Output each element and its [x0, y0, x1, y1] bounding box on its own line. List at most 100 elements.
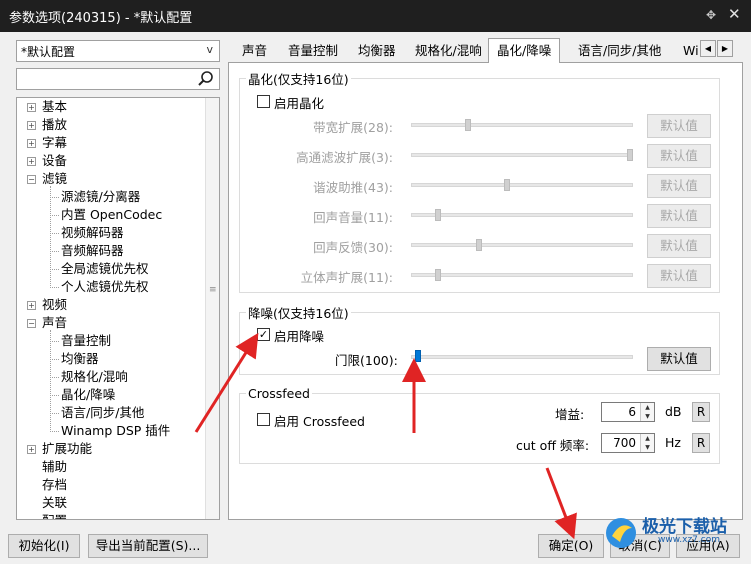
expand-icon[interactable]: + — [27, 121, 36, 130]
search-input[interactable] — [16, 68, 220, 90]
collapse-icon[interactable]: − — [27, 319, 36, 328]
denoise-enable-label: 启用降噪 — [274, 329, 325, 344]
tab-5[interactable]: 语言/同步/其他 — [578, 41, 661, 62]
preset-dropdown[interactable]: *默认配置 v — [16, 40, 220, 62]
logo-icon — [606, 518, 636, 548]
denoise-default-button[interactable]: 默认值 — [647, 347, 711, 371]
tree-connector — [50, 197, 59, 198]
tree-item[interactable]: 音量控制 — [61, 332, 111, 350]
crystal-slider-thumb[interactable] — [434, 209, 441, 221]
tree-item[interactable]: 基本 — [42, 98, 67, 116]
tab-3[interactable]: 规格化/混响 — [415, 41, 482, 62]
tree-item[interactable]: 全局滤镜优先权 — [61, 260, 149, 278]
gain-reset-button[interactable]: R — [692, 402, 710, 422]
crystal-slider-thumb[interactable] — [475, 239, 482, 251]
tree-item[interactable]: 晶化/降噪 — [61, 386, 115, 404]
crystal-slider-track[interactable] — [411, 123, 633, 127]
expand-icon[interactable]: + — [27, 139, 36, 148]
tree-scrollbar[interactable]: ≡ — [205, 98, 219, 519]
crystal-default-button[interactable]: 默认值 — [647, 204, 711, 228]
gain-spinbox[interactable]: 6 ▲ ▼ — [601, 402, 655, 422]
expand-icon[interactable]: + — [27, 301, 36, 310]
tree-item[interactable]: Winamp DSP 插件 — [61, 422, 170, 440]
spin-updown-icon[interactable]: ▲ ▼ — [640, 403, 654, 421]
chevron-down-icon: v — [206, 43, 213, 56]
crystal-slider-track[interactable] — [411, 273, 633, 277]
tab-2[interactable]: 均衡器 — [358, 41, 396, 62]
crystal-slider-label: 高通滤波扩展(3): — [296, 150, 393, 165]
tree-item[interactable]: 关联 — [42, 494, 67, 512]
tab-scroll-left-icon[interactable]: ◀ — [700, 40, 716, 57]
spin-updown-icon[interactable]: ▲ ▼ — [640, 434, 654, 452]
crystal-slider-thumb[interactable] — [503, 179, 510, 191]
tab-strip: ◀ ▶ 声音 音量控制 均衡器 规格化/混响 晶化/降噪 语言/同步/其他 Wi — [228, 38, 743, 63]
tree-item[interactable]: 存档 — [42, 476, 67, 494]
expand-icon[interactable]: + — [27, 445, 36, 454]
tab-4[interactable]: 晶化/降噪 — [488, 38, 561, 63]
tree-item[interactable]: 配置 — [42, 512, 67, 519]
tab-1[interactable]: 音量控制 — [288, 41, 338, 62]
tree-connector — [50, 269, 59, 270]
init-button[interactable]: 初始化(I) — [8, 534, 80, 558]
tree-item[interactable]: 源滤镜/分离器 — [61, 188, 140, 206]
crystal-slider-track[interactable] — [411, 183, 633, 187]
crystal-default-button[interactable]: 默认值 — [647, 144, 711, 168]
pin-icon[interactable]: ✥ — [706, 8, 716, 22]
crossfeed-enable-label: 启用 Crossfeed — [274, 414, 365, 429]
ok-button[interactable]: 确定(O) — [538, 534, 604, 558]
denoise-enable-checkbox[interactable]: ✓ — [257, 328, 270, 341]
denoise-threshold-slider[interactable] — [411, 355, 633, 359]
denoise-legend: 降噪(仅支持16位) — [248, 306, 349, 321]
crossfeed-enable-checkbox[interactable] — [257, 413, 270, 426]
crystal-slider-thumb[interactable] — [627, 149, 633, 161]
tree-item[interactable]: 音频解码器 — [61, 242, 124, 260]
crystal-default-button[interactable]: 默认值 — [647, 114, 711, 138]
cutoff-spinbox[interactable]: 700 ▲ ▼ — [601, 433, 655, 453]
crystal-slider-track[interactable] — [411, 153, 633, 157]
tree-item[interactable]: 声音 — [42, 314, 67, 332]
tree-item[interactable]: 扩展功能 — [42, 440, 92, 458]
tree-item[interactable]: 视频 — [42, 296, 67, 314]
tree-item[interactable]: 规格化/混响 — [61, 368, 128, 386]
tree-item[interactable]: 设备 — [42, 152, 67, 170]
crossfeed-legend: Crossfeed — [248, 386, 310, 401]
crystal-slider-track[interactable] — [411, 213, 633, 217]
expand-icon[interactable]: + — [27, 103, 36, 112]
crystal-default-button[interactable]: 默认值 — [647, 174, 711, 198]
tree-item[interactable]: 视频解码器 — [61, 224, 124, 242]
search-icon[interactable] — [197, 70, 215, 88]
close-icon[interactable]: ✕ — [728, 5, 741, 23]
settings-tree[interactable]: ≡ 基本 + 播放 + 字幕 + 设备 + 滤镜 − 源滤镜/分离器 内置 OpenCodec 视频解码… — [16, 97, 220, 520]
denoise-threshold-thumb[interactable] — [415, 350, 421, 362]
export-config-button[interactable]: 导出当前配置(S)... — [88, 534, 208, 558]
crystal-slider-label: 回声反馈(30): — [313, 240, 393, 255]
crystal-default-button[interactable]: 默认值 — [647, 264, 711, 288]
crystal-slider-track[interactable] — [411, 243, 633, 247]
tree-item[interactable]: 个人滤镜优先权 — [61, 278, 149, 296]
tree-item[interactable]: 内置 OpenCodec — [61, 206, 162, 224]
tree-item[interactable]: 滤镜 — [42, 170, 67, 188]
crystal-slider-thumb[interactable] — [434, 269, 441, 281]
expand-icon[interactable]: + — [27, 157, 36, 166]
tree-item[interactable]: 播放 — [42, 116, 67, 134]
crystal-enable-checkbox[interactable] — [257, 95, 270, 108]
tree-item[interactable]: 辅助 — [42, 458, 67, 476]
tab-0[interactable]: 声音 — [242, 41, 267, 62]
crystal-default-button[interactable]: 默认值 — [647, 234, 711, 258]
tab-6[interactable]: Wi — [683, 41, 699, 62]
tree-item[interactable]: 语言/同步/其他 — [61, 404, 144, 422]
tab-scroll-right-icon[interactable]: ▶ — [717, 40, 733, 57]
watermark-url: www.xz7.com — [658, 535, 720, 545]
scroll-grip-icon: ≡ — [209, 285, 217, 295]
tab-panel: 晶化(仅支持16位) 启用晶化 降噪(仅支持16位) ✓ 启用降噪 门限(100… — [228, 62, 743, 520]
collapse-icon[interactable]: − — [27, 175, 36, 184]
gain-label: 增益: — [555, 407, 585, 422]
cutoff-label: cut off 频率: — [516, 438, 590, 453]
tree-connector — [50, 251, 59, 252]
crystal-slider-thumb[interactable] — [465, 119, 471, 131]
tree-connector — [50, 330, 51, 432]
tree-item[interactable]: 字幕 — [42, 134, 67, 152]
cutoff-reset-button[interactable]: R — [692, 433, 710, 453]
tree-item[interactable]: 均衡器 — [61, 350, 99, 368]
preset-value: *默认配置 — [21, 45, 76, 59]
